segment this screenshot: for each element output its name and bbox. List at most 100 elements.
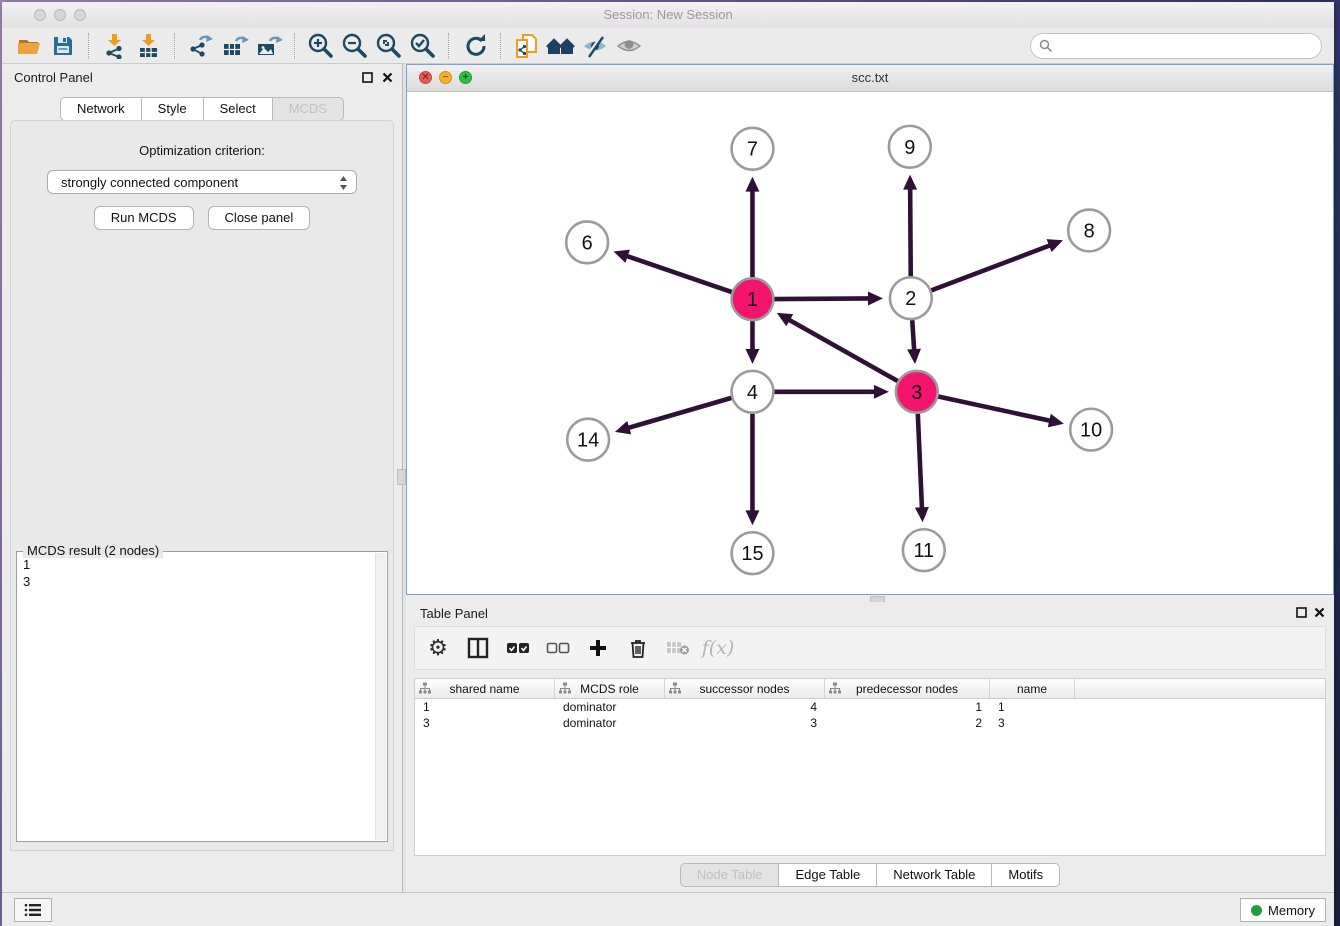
graph-arrowhead	[745, 177, 759, 192]
column-header-predecessor-nodes[interactable]: predecessor nodes	[825, 679, 990, 698]
horizontal-splitter[interactable]	[406, 595, 1334, 602]
graph-node-label: 15	[741, 543, 763, 565]
table-row[interactable]: 3dominator323	[415, 715, 1325, 731]
import-network-button[interactable]	[98, 31, 132, 61]
network-frame-titlebar[interactable]: ✕ − + scc.txt	[407, 65, 1333, 92]
unchecked-boxes-icon	[546, 641, 570, 655]
table-cell[interactable]: dominator	[555, 715, 665, 731]
zoom-selected-button[interactable]	[406, 31, 440, 61]
close-panel-button[interactable]: Close panel	[208, 206, 311, 230]
function-builder-button[interactable]: f(x)	[705, 635, 731, 661]
graph-edge-2-9[interactable]	[910, 188, 911, 277]
dropdown-stepper-icon	[339, 174, 348, 192]
refresh-button[interactable]	[458, 31, 492, 61]
table-cell[interactable]: 1	[415, 699, 555, 715]
tab-mcds[interactable]: MCDS	[273, 97, 344, 121]
graph-edge-3-10[interactable]	[938, 396, 1051, 421]
trash-icon	[629, 638, 647, 659]
create-column-button[interactable]	[585, 635, 611, 661]
criterion-value: strongly connected component	[61, 175, 238, 190]
float-table-panel-icon[interactable]	[1294, 605, 1308, 619]
graph-edge-1-6[interactable]	[626, 256, 732, 292]
graph-arrowhead	[903, 175, 917, 190]
table-cell[interactable]: dominator	[555, 699, 665, 715]
result-scrollbar[interactable]	[375, 553, 386, 840]
graph-arrowhead	[615, 421, 631, 434]
close-panel-icon[interactable]	[380, 70, 394, 84]
search-icon	[1039, 39, 1053, 53]
select-all-columns-button[interactable]	[505, 635, 531, 661]
table-row[interactable]: 1dominator411	[415, 699, 1325, 715]
table-cell[interactable]: 1	[825, 699, 990, 715]
import-table-button[interactable]	[132, 31, 166, 61]
toolbar-separator	[500, 33, 502, 59]
table-cell[interactable]: 1	[990, 699, 1075, 715]
window-titlebar: Session: New Session	[2, 2, 1334, 29]
column-header-MCDS-role[interactable]: MCDS role	[555, 679, 665, 698]
table-cell[interactable]: 3	[665, 715, 825, 731]
tab-network[interactable]: Network	[60, 97, 142, 121]
refresh-icon	[462, 33, 488, 59]
export-network-button[interactable]	[184, 31, 218, 61]
node-table-header: shared name MCDS role successor nodes prede…	[415, 679, 1325, 699]
unselect-all-columns-button[interactable]	[545, 635, 571, 661]
show-all-networks-button[interactable]	[544, 31, 578, 61]
mcds-button-row: Run MCDS Close panel	[11, 206, 393, 230]
graph-node-label: 4	[747, 382, 758, 404]
close-table-panel-icon[interactable]	[1312, 605, 1326, 619]
zoom-in-button[interactable]	[304, 31, 338, 61]
float-panel-icon[interactable]	[360, 70, 374, 84]
column-header-name[interactable]: name	[990, 679, 1075, 698]
network-view-frame: ✕ − + scc.txt 7968124314101511	[406, 64, 1334, 595]
splitter-grip[interactable]	[397, 469, 406, 485]
task-history-button[interactable]	[14, 898, 52, 922]
column-label: name	[1017, 682, 1047, 696]
zoom-out-button[interactable]	[338, 31, 372, 61]
column-label: MCDS role	[580, 682, 639, 696]
clone-network-button[interactable]	[510, 31, 544, 61]
tab-edge-table[interactable]: Edge Table	[779, 863, 877, 887]
open-folder-icon	[16, 33, 42, 59]
network-canvas[interactable]: 7968124314101511	[407, 91, 1333, 594]
run-mcds-button[interactable]: Run MCDS	[94, 206, 194, 230]
show-columns-button[interactable]	[465, 635, 491, 661]
save-session-button[interactable]	[46, 31, 80, 61]
show-selected-button[interactable]	[612, 31, 646, 61]
criterion-dropdown[interactable]: strongly connected component	[47, 170, 357, 194]
memory-button[interactable]: Memory	[1240, 898, 1326, 922]
graph-edge-2-3[interactable]	[912, 320, 914, 351]
hide-selected-button[interactable]	[578, 31, 612, 61]
delete-column-button[interactable]	[625, 635, 651, 661]
network-graph[interactable]: 7968124314101511	[407, 91, 1333, 594]
tab-select[interactable]: Select	[204, 97, 273, 121]
column-header-shared-name[interactable]: shared name	[415, 679, 555, 698]
table-cell[interactable]: 2	[825, 715, 990, 731]
zoom-fit-button[interactable]	[372, 31, 406, 61]
graph-node-label: 14	[577, 430, 599, 452]
tab-motifs[interactable]: Motifs	[992, 863, 1060, 887]
delete-table-button[interactable]	[665, 635, 691, 661]
open-file-button[interactable]	[12, 31, 46, 61]
mcds-result-text: 1 3	[23, 556, 373, 837]
tab-node-table[interactable]: Node Table	[680, 863, 780, 887]
table-settings-button[interactable]: ⚙	[425, 635, 451, 661]
graph-edge-2-8[interactable]	[931, 245, 1051, 290]
graph-node-label: 6	[582, 232, 593, 254]
delete-table-icon	[666, 640, 690, 656]
column-label: successor nodes	[699, 682, 789, 696]
graph-edge-3-1[interactable]	[788, 319, 898, 381]
export-image-button[interactable]	[252, 31, 286, 61]
column-header-successor-nodes[interactable]: successor nodes	[665, 679, 825, 698]
table-cell[interactable]: 3	[990, 715, 1075, 731]
table-cell[interactable]: 4	[665, 699, 825, 715]
tab-style[interactable]: Style	[142, 97, 204, 121]
columns-icon	[467, 637, 489, 659]
graph-edge-1-2[interactable]	[774, 298, 870, 299]
table-cell[interactable]: 3	[415, 715, 555, 731]
search-input[interactable]	[1030, 33, 1322, 59]
tab-network-table[interactable]: Network Table	[877, 863, 992, 887]
graph-edge-3-11[interactable]	[918, 414, 922, 510]
export-table-icon	[222, 33, 249, 59]
export-table-button[interactable]	[218, 31, 252, 61]
graph-edge-4-14[interactable]	[627, 398, 731, 428]
